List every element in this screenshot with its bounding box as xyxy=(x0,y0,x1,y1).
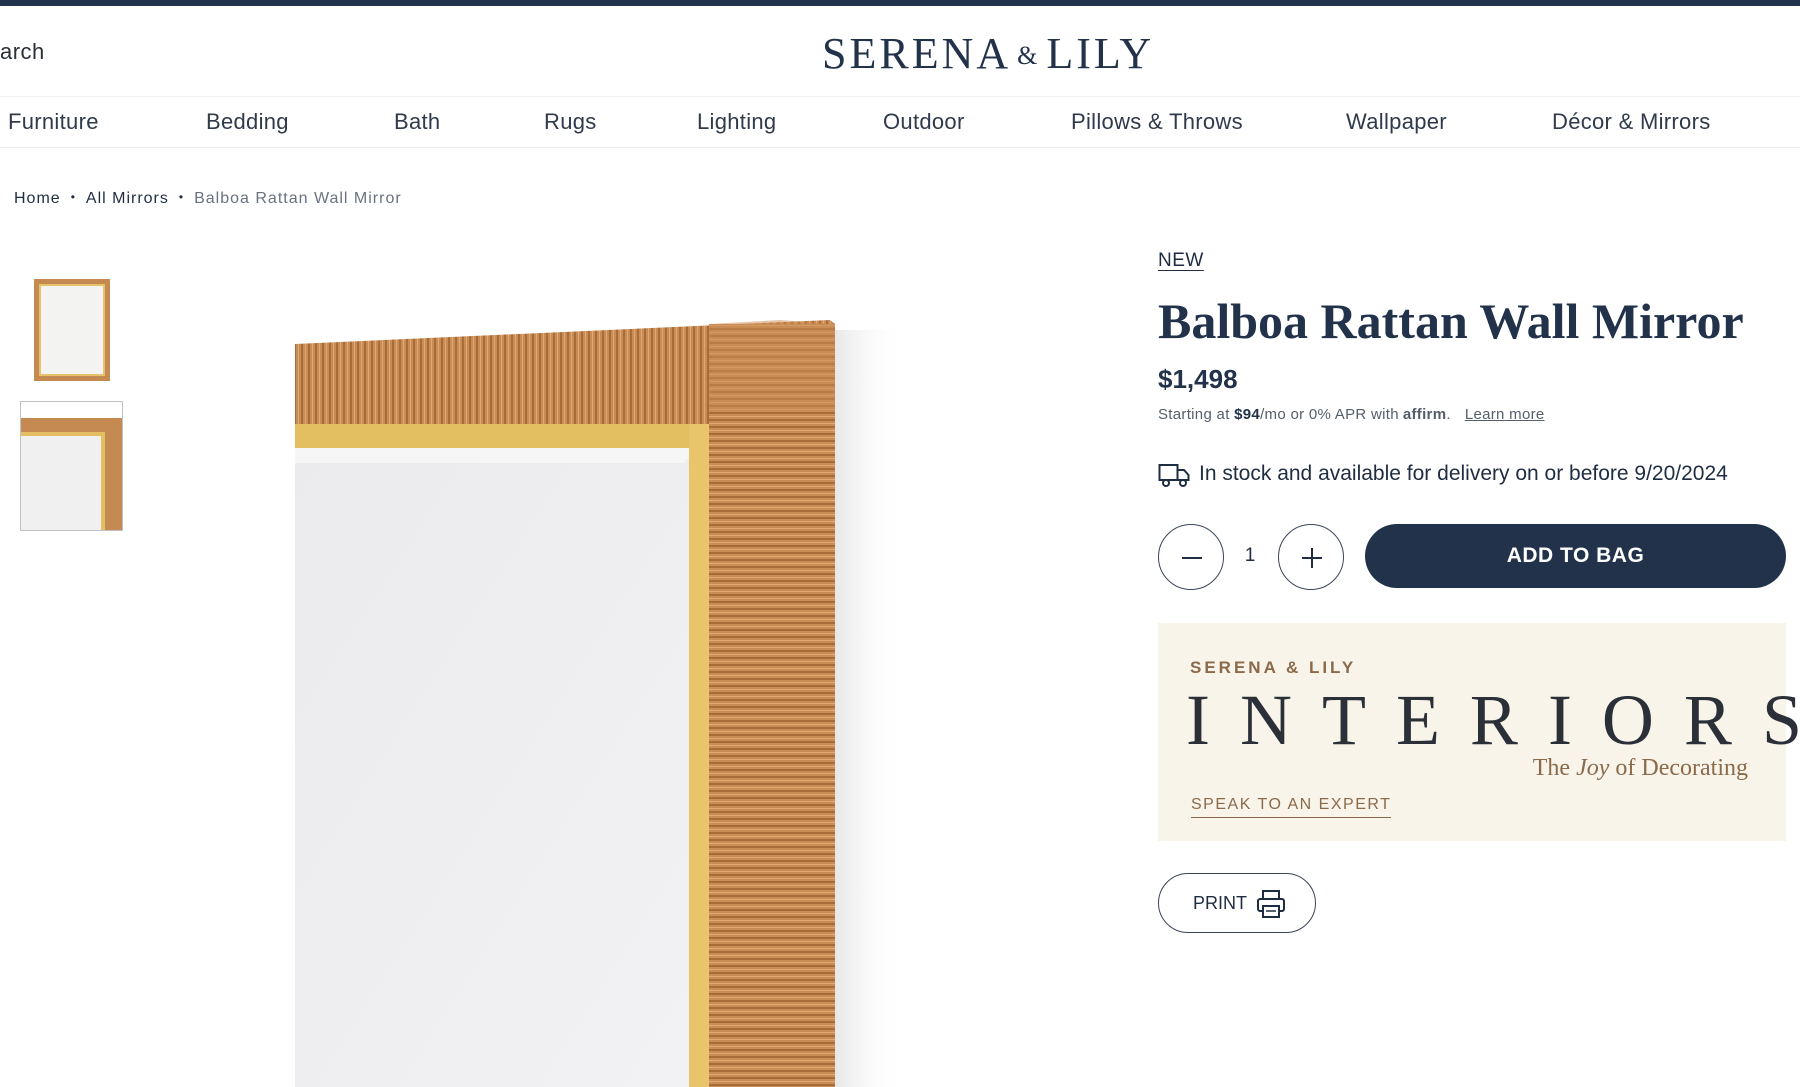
nav-item-decor-mirrors[interactable]: Décor & Mirrors xyxy=(1552,109,1711,135)
logo-word-right: LILY xyxy=(1046,29,1155,78)
tagline-emphasis: Joy xyxy=(1576,755,1610,781)
print-button[interactable]: PRINT xyxy=(1158,873,1316,933)
nav-item-rugs[interactable]: Rugs xyxy=(544,109,597,135)
mirror-shadow xyxy=(835,330,900,1087)
thumbnail-glass xyxy=(21,436,101,530)
breadcrumb-all-mirrors[interactable]: All Mirrors xyxy=(86,190,169,207)
site-header: arch SERENA & LILY xyxy=(0,6,1800,96)
mirror-rattan-corner xyxy=(709,320,835,410)
nav-item-bath[interactable]: Bath xyxy=(394,109,440,135)
nav-item-outdoor[interactable]: Outdoor xyxy=(883,109,965,135)
quantity-decrease-button[interactable] xyxy=(1158,524,1224,590)
financing-info: Starting at $94/mo or 0% APR with affirm.… xyxy=(1158,406,1545,423)
site-logo[interactable]: SERENA & LILY xyxy=(822,28,1154,79)
thumbnail-brass-side xyxy=(101,432,105,530)
interiors-promo: SERENA & LILY INTERIORS The Joy of Decor… xyxy=(1158,623,1800,841)
plus-icon xyxy=(1302,548,1322,568)
interiors-title: INTERIORS xyxy=(1186,680,1800,760)
new-badge: NEW xyxy=(1158,250,1204,271)
breadcrumb-separator: • xyxy=(70,190,76,204)
affirm-logo: affirm xyxy=(1402,406,1447,423)
printer-icon xyxy=(1257,890,1285,918)
quantity-increase-button[interactable] xyxy=(1278,524,1344,590)
financing-suffix: /mo or 0% APR with xyxy=(1260,406,1399,423)
interiors-brand: SERENA & LILY xyxy=(1190,658,1357,677)
nav-item-wallpaper[interactable]: Wallpaper xyxy=(1346,109,1447,135)
nav-item-lighting[interactable]: Lighting xyxy=(697,109,776,135)
product-title: Balboa Rattan Wall Mirror xyxy=(1158,293,1744,349)
speak-to-expert-link[interactable]: SPEAK TO AN EXPERT xyxy=(1191,796,1392,818)
tagline-post: of Decorating xyxy=(1609,755,1748,781)
mirror-brass-top xyxy=(295,424,719,448)
breadcrumb: Home • All Mirrors • Balboa Rattan Wall Mirr… xyxy=(14,190,402,208)
search-link[interactable]: arch xyxy=(0,39,45,65)
thumbnail-rattan-side xyxy=(105,418,122,530)
delivery-text: In stock and available for delivery on o… xyxy=(1199,462,1728,485)
product-price: $1,498 xyxy=(1158,364,1238,394)
nav-item-bedding[interactable]: Bedding xyxy=(206,109,289,135)
mirror-glass xyxy=(295,448,699,1087)
mirror-bevel xyxy=(295,448,699,463)
interiors-tagline: The Joy of Decorating xyxy=(1533,755,1748,782)
breadcrumb-separator: • xyxy=(178,190,185,204)
logo-ampersand: & xyxy=(1017,41,1041,70)
learn-more-link[interactable]: Learn more xyxy=(1465,406,1545,423)
financing-prefix: Starting at xyxy=(1158,406,1235,423)
truck-icon xyxy=(1158,464,1190,487)
nav-item-furniture[interactable]: Furniture xyxy=(8,109,99,135)
mirror-brass-side xyxy=(689,424,709,1087)
nav-item-pillows-throws[interactable]: Pillows & Throws xyxy=(1071,109,1243,135)
product-main-image[interactable] xyxy=(280,300,900,1087)
product-thumbnail-detail[interactable] xyxy=(20,401,123,531)
add-to-bag-button[interactable]: ADD TO BAG xyxy=(1365,524,1786,588)
quantity-value[interactable]: 1 xyxy=(1238,545,1262,567)
breadcrumb-current: Balboa Rattan Wall Mirror xyxy=(194,190,402,207)
print-label: PRINT xyxy=(1193,893,1247,913)
mirror-rattan-side xyxy=(709,324,835,1087)
thumbnail-mirror-image xyxy=(34,279,110,381)
breadcrumb-home[interactable]: Home xyxy=(14,190,61,207)
logo-word-left: SERENA xyxy=(822,29,1012,78)
minus-icon xyxy=(1182,557,1202,559)
tagline-pre: The xyxy=(1532,755,1577,781)
main-navigation: Furniture Bedding Bath Rugs Lighting Out… xyxy=(0,96,1800,148)
financing-monthly: $94 xyxy=(1234,406,1261,423)
thumbnail-rattan-top xyxy=(21,418,105,432)
product-thumbnail-full[interactable] xyxy=(30,275,114,385)
